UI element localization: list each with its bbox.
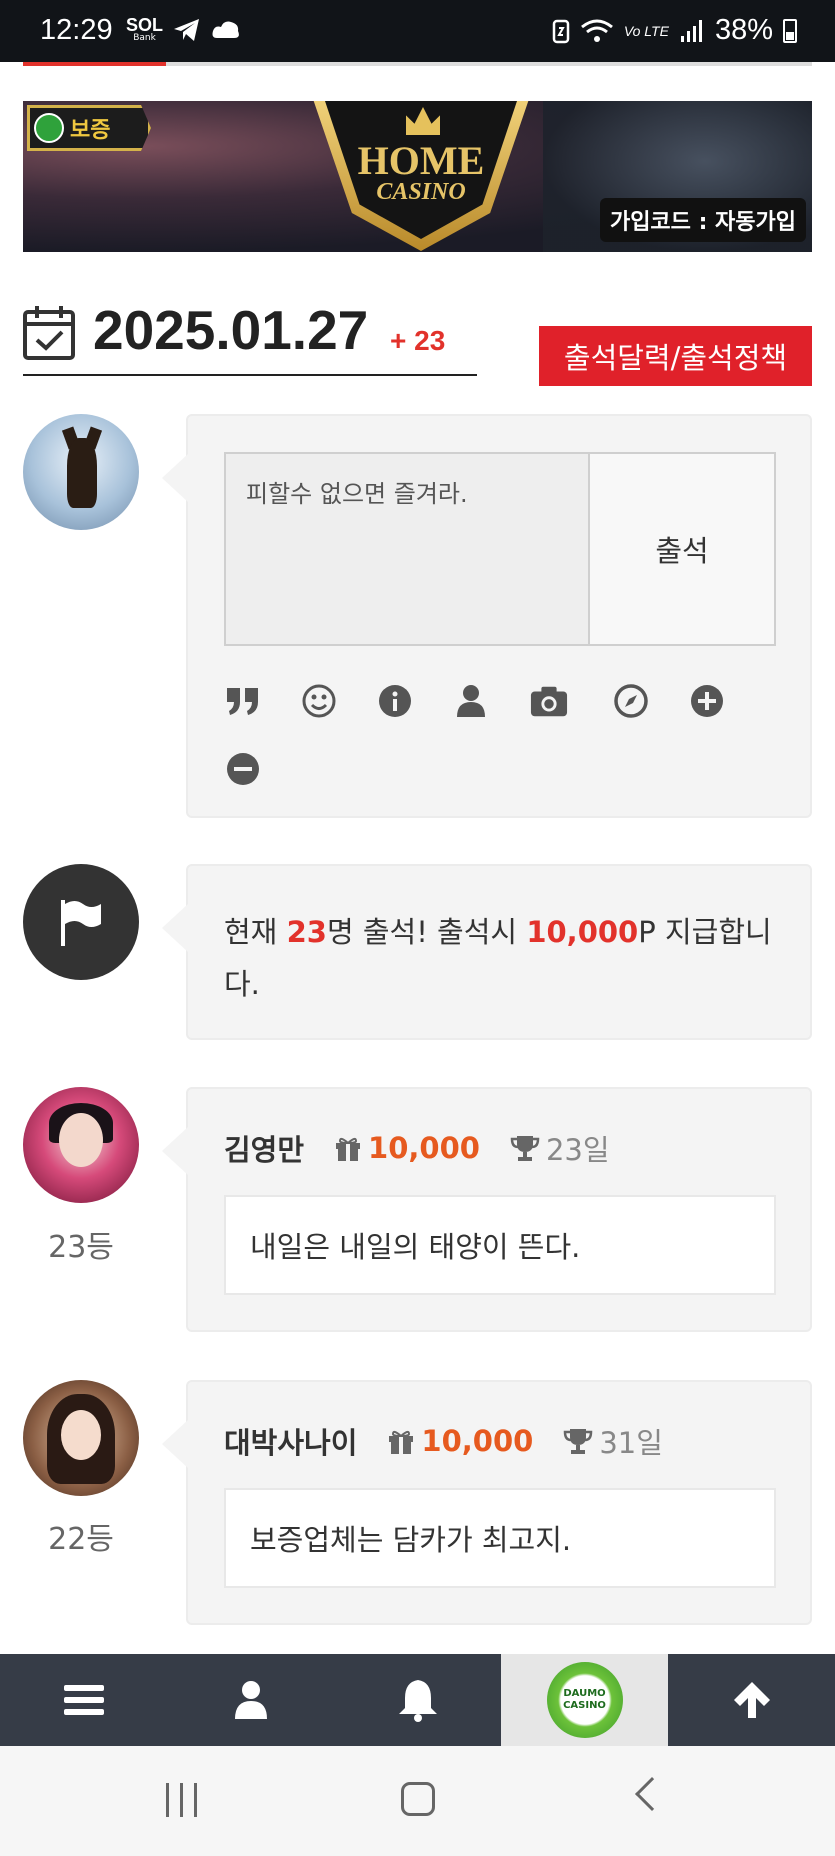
entry-message: 보증업체는 담카가 최고지. <box>224 1488 776 1588</box>
data-saver-icon <box>552 19 570 43</box>
user-icon <box>234 1681 267 1719</box>
join-code-label: 가입코드 : 자동가입 <box>599 198 806 242</box>
arrow-up-icon <box>733 1682 770 1718</box>
rank-label: 22등 <box>48 1522 114 1557</box>
home-logo-button[interactable]: DAUMO CASINO <box>501 1654 668 1746</box>
user-avatar[interactable] <box>23 1380 139 1496</box>
system-icons: Vo LTE 38% <box>552 14 797 47</box>
daumo-small-logo <box>34 113 64 143</box>
my-avatar[interactable] <box>23 414 139 530</box>
menu-button[interactable] <box>0 1654 167 1746</box>
greeting-input[interactable]: 피할수 없으면 즐겨라. <box>224 452 592 646</box>
entry-username[interactable]: 김영만 <box>224 1127 304 1169</box>
bell-icon <box>398 1680 437 1722</box>
quote-icon[interactable] <box>224 682 262 720</box>
entry-username[interactable]: 대박사나이 <box>224 1420 357 1462</box>
casino-banner[interactable]: 보증 HOME CASINO 가입코드 : 자동가입 <box>23 101 812 252</box>
attendance-entry: 김영만 10,000 23일 내일은 내일의 태양이 뜬다. <box>162 1087 812 1332</box>
calendar-check-icon <box>23 306 75 360</box>
notice-count: 23 <box>286 915 327 949</box>
status-bar: 12:29 SOL Bank Vo LTE 38% <box>0 0 835 62</box>
home-button[interactable] <box>401 1782 435 1816</box>
brand-casino: CASINO <box>376 179 466 205</box>
wifi-icon <box>580 19 613 42</box>
battery-icon <box>783 18 797 43</box>
entry-points: 10,000 <box>421 1424 534 1458</box>
attendance-count-delta: + 23 <box>390 325 446 356</box>
android-nav-bar <box>0 1746 835 1856</box>
telegram-icon <box>174 18 200 41</box>
menu-icon <box>63 1685 104 1715</box>
flag-icon <box>61 900 101 946</box>
attendance-date: 2025.01.27 <box>93 299 369 361</box>
entry-meta: 대박사나이 10,000 31일 <box>224 1420 663 1462</box>
rank-label: 23등 <box>48 1230 114 1265</box>
attendance-policy-button[interactable]: 출석달력/출석정책 <box>539 326 812 386</box>
date-underline <box>23 374 477 376</box>
scroll-top-button[interactable] <box>668 1654 835 1746</box>
status-time: 12:29 <box>40 14 113 46</box>
badge-label: 보증 <box>70 118 111 143</box>
attendance-notice: 현재 23명 출석! 출석시 10,000P 지급합니다. <box>224 915 772 1001</box>
brand-home: HOME <box>357 138 485 183</box>
cloud-icon <box>212 21 239 38</box>
notifications-button[interactable] <box>334 1654 501 1746</box>
entry-meta: 김영만 10,000 23일 <box>224 1127 610 1169</box>
info-icon[interactable] <box>376 682 414 720</box>
user-avatar[interactable] <box>23 1087 139 1203</box>
trophy-icon <box>564 1429 593 1454</box>
recent-apps-button[interactable] <box>166 1783 197 1817</box>
entry-points: 10,000 <box>368 1131 480 1165</box>
attendance-entry: 대박사나이 10,000 31일 보증업체는 담카가 최고지. <box>162 1380 812 1625</box>
notice-flag-avatar <box>23 864 139 980</box>
daumo-casino-logo: DAUMO CASINO <box>546 1662 623 1738</box>
volte-label: Vo LTE <box>623 22 669 39</box>
tab-indicator-active <box>23 62 166 66</box>
battery-percent: 38% <box>714 14 773 46</box>
gift-icon <box>336 1137 361 1161</box>
notification-icons: SOL Bank <box>126 16 241 43</box>
attendance-notice-card: 현재 23명 출석! 출석시 10,000P 지급합니다. <box>162 864 812 1040</box>
entry-message: 내일은 내일의 태양이 뜬다. <box>224 1195 776 1295</box>
entry-days: 31일 <box>599 1426 663 1460</box>
smile-icon[interactable] <box>300 682 338 720</box>
signal-icon <box>680 19 702 42</box>
minus-circle-icon[interactable] <box>224 750 262 788</box>
gift-icon <box>389 1430 414 1454</box>
compass-icon[interactable] <box>612 682 650 720</box>
back-button[interactable] <box>635 1777 669 1811</box>
bank-app-icon: SOL Bank <box>126 15 164 43</box>
trophy-icon <box>510 1136 540 1161</box>
profile-button[interactable] <box>167 1654 334 1746</box>
bottom-nav: DAUMO CASINO <box>0 1654 835 1746</box>
notice-points: 10,000 <box>526 915 639 949</box>
camera-icon[interactable] <box>530 682 568 720</box>
attendance-form-card: 피할수 없으면 즐겨라. 출석 <box>162 414 812 818</box>
plus-circle-icon[interactable] <box>688 682 726 720</box>
guarantee-badge: 보증 <box>27 105 151 151</box>
entry-days: 23일 <box>545 1133 610 1167</box>
user-icon[interactable] <box>452 682 490 720</box>
attend-button[interactable]: 출석 <box>588 452 776 646</box>
